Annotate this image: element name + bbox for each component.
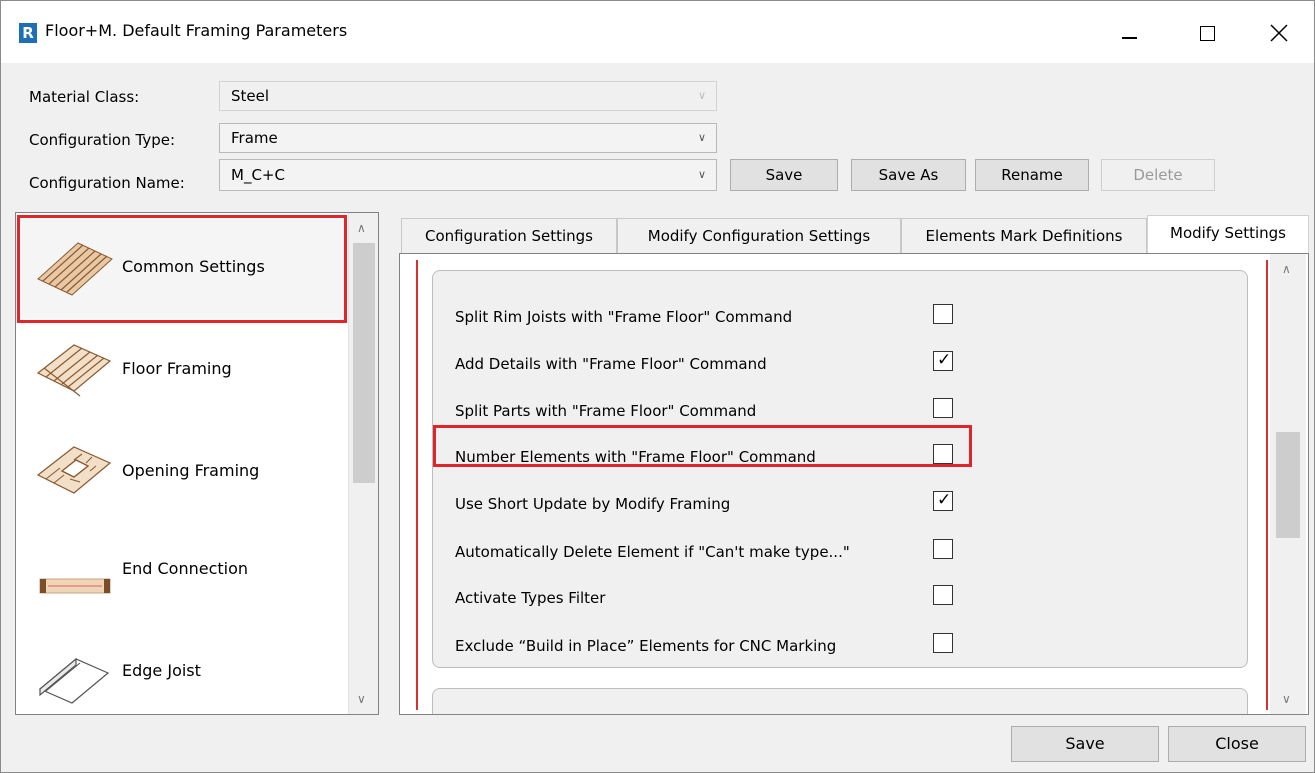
red-divider [1266,260,1268,710]
add-details-checkbox[interactable]: ✓ [933,350,953,371]
tab-modify-settings[interactable]: Modify Settings [1147,215,1309,255]
settings-group-2 [432,688,1248,714]
save-button[interactable]: Save [1011,726,1159,762]
setting-row[interactable]: Activate Types Filter [455,585,975,615]
title-bar: R Floor+M. Default Framing Parameters [1,1,1314,63]
setting-label: Automatically Delete Element if "Can't m… [455,543,850,561]
dialog-window: R Floor+M. Default Framing Parameters Ma… [0,0,1315,773]
material-class-label: Material Class: [29,88,140,106]
highlight-box [433,425,972,467]
material-class-select: Steel ∨ [219,81,717,111]
configuration-name-select[interactable]: M_C+C ∨ [219,159,717,191]
chevron-down-icon: ∨ [697,89,706,102]
scrollbar-thumb[interactable] [1276,432,1300,538]
short-update-checkbox[interactable]: ✓ [933,490,953,511]
setting-row[interactable]: Exclude “Build in Place” Elements for CN… [455,633,975,663]
red-divider [416,260,418,710]
tab-elements-mark-definitions[interactable]: Elements Mark Definitions [901,218,1147,254]
sidebar-item-label: Floor Framing [122,359,232,378]
configuration-type-label: Configuration Type: [29,131,176,149]
sidebar-item-floor-framing[interactable]: Floor Framing [16,321,346,421]
checkmark-icon: ✓ [937,350,952,370]
tab-modify-configuration-settings[interactable]: Modify Configuration Settings [617,218,901,254]
split-rim-joists-checkbox[interactable] [933,304,953,324]
auto-delete-checkbox[interactable] [933,539,953,559]
highlight-box [17,215,347,323]
rename-button[interactable]: Rename [975,159,1089,191]
setting-label: Activate Types Filter [455,589,606,607]
setting-label: Split Rim Joists with "Frame Floor" Comm… [455,308,793,326]
tab-configuration-settings[interactable]: Configuration Settings [401,218,617,254]
sidebar-item-end-connection[interactable]: End Connection [16,521,346,621]
revit-logo-icon: R [19,23,37,43]
close-button[interactable] [1259,15,1299,51]
chevron-down-icon: ∨ [697,131,706,144]
save-as-button[interactable]: Save As [851,159,966,191]
sidebar-scrollbar[interactable]: ∧ ∨ [348,213,378,714]
edge-joist-icon [38,657,110,704]
sidebar-item-label: Opening Framing [122,461,260,480]
scroll-up-icon[interactable]: ∧ [1282,262,1291,276]
setting-row[interactable]: Automatically Delete Element if "Can't m… [455,539,975,569]
modify-settings-panel: Split Rim Joists with "Frame Floor" Comm… [399,253,1309,715]
save-config-button[interactable]: Save [730,159,838,191]
maximize-button[interactable] [1187,15,1227,51]
opening-framing-icon [36,446,112,494]
floor-framing-icon [36,344,112,397]
setting-row[interactable]: Use Short Update by Modify Framing ✓ [455,490,975,521]
setting-label: Add Details with "Frame Floor" Command [455,355,767,373]
end-connection-icon [39,578,111,594]
scroll-down-icon[interactable]: ∨ [357,692,366,706]
close-icon [1270,24,1288,42]
sidebar-item-label: Edge Joist [122,661,201,680]
scroll-down-icon[interactable]: ∨ [1282,692,1291,706]
setting-label: Exclude “Build in Place” Elements for CN… [455,637,837,655]
exclude-build-in-place-checkbox[interactable] [933,633,953,653]
sidebar-item-label: End Connection [122,559,249,578]
chevron-down-icon: ∨ [697,168,706,181]
minimize-icon [1121,37,1137,39]
settings-scrollbar[interactable]: ∧ ∨ [1270,254,1306,714]
setting-row[interactable]: Split Rim Joists with "Frame Floor" Comm… [455,304,975,334]
sidebar-item-edge-joist[interactable]: Edge Joist [16,621,346,714]
setting-label: Use Short Update by Modify Framing [455,495,731,513]
configuration-type-select[interactable]: Frame ∨ [219,123,717,153]
minimize-button[interactable] [1109,15,1149,51]
configuration-name-label: Configuration Name: [29,174,185,192]
activate-types-filter-checkbox[interactable] [933,585,953,605]
setting-label: Split Parts with "Frame Floor" Command [455,402,757,420]
close-dialog-button[interactable]: Close [1168,726,1306,762]
split-parts-checkbox[interactable] [933,398,953,418]
checkmark-icon: ✓ [937,490,952,510]
maximize-icon [1199,25,1215,41]
settings-group: Split Rim Joists with "Frame Floor" Comm… [432,270,1248,668]
window-title: Floor+M. Default Framing Parameters [45,21,348,40]
scroll-up-icon[interactable]: ∧ [357,221,366,235]
configuration-name-value: M_C+C [231,166,285,184]
setting-row[interactable]: Split Parts with "Frame Floor" Command [455,398,975,428]
setting-row[interactable]: Add Details with "Frame Floor" Command ✓ [455,350,975,381]
configuration-type-value: Frame [231,129,278,147]
sidebar-item-opening-framing[interactable]: Opening Framing [16,421,346,521]
delete-button: Delete [1101,159,1215,191]
material-class-value: Steel [231,87,270,105]
scrollbar-thumb[interactable] [353,243,375,483]
